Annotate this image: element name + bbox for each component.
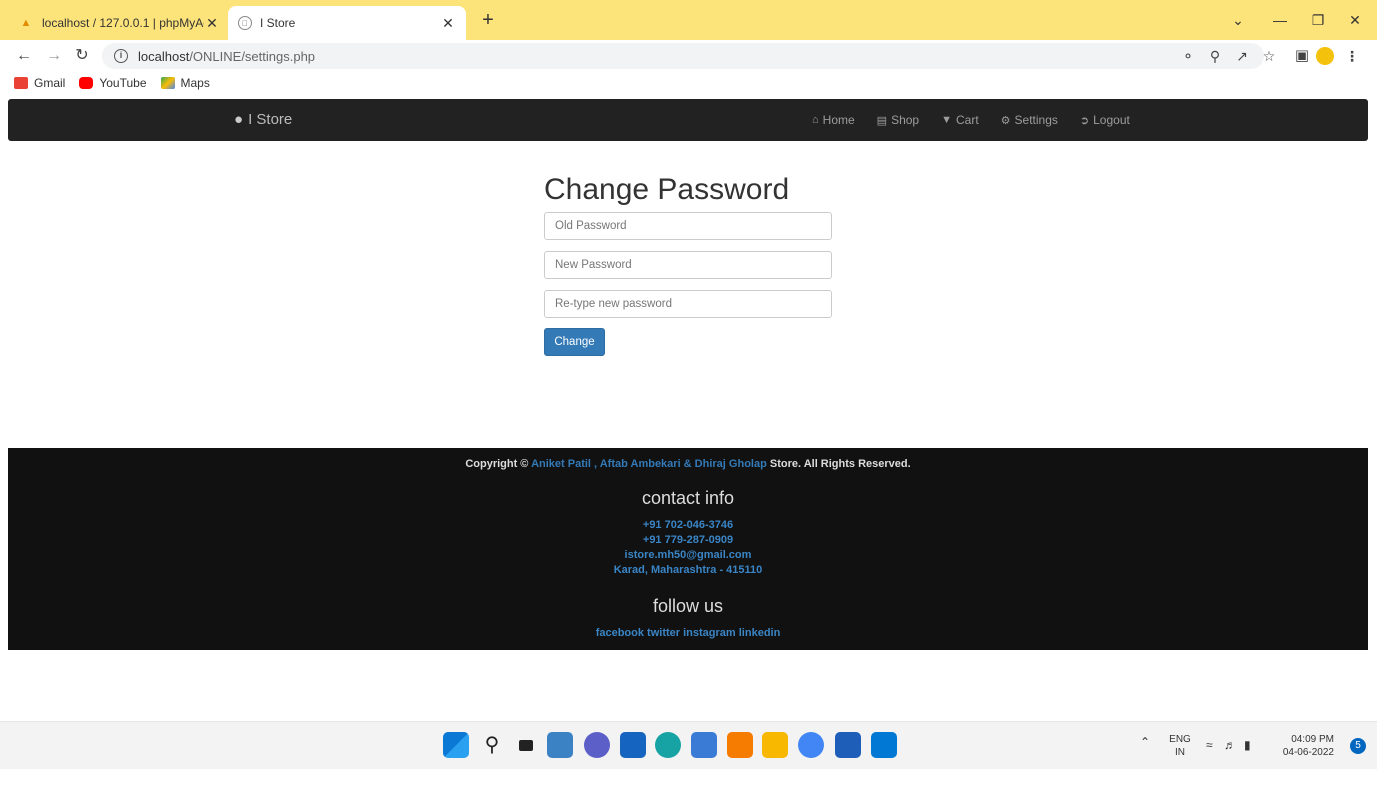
retype-password-input[interactable]	[544, 290, 832, 318]
chat-icon[interactable]	[584, 732, 610, 758]
volume-icon[interactable]: ♬	[1224, 739, 1236, 787]
address-text: Karad, Maharashtra - 415110	[613, 564, 763, 576]
share-icon[interactable]: ↗	[1230, 44, 1254, 68]
gear-icon: ⚙	[1000, 114, 1011, 127]
logout-icon: ➲	[1079, 114, 1090, 127]
language-indicator[interactable]: ENG IN	[1168, 733, 1192, 781]
word-icon[interactable]	[835, 732, 861, 758]
tab-phpmyadmin[interactable]: ▲ localhost / 127.0.0.1 | phpMyAdm ✕	[8, 6, 230, 40]
maximize-button[interactable]: ❐	[1300, 6, 1336, 34]
gmail-icon	[14, 77, 28, 89]
address-toolbar: ← → ↻ i localhost/ONLINE/settings.php ⚬ …	[0, 40, 1377, 72]
task-view-icon[interactable]	[513, 732, 539, 758]
bookmarks-bar: Gmail YouTube Maps	[0, 72, 1377, 94]
info-icon[interactable]: i	[114, 49, 128, 63]
cart-icon: ▼	[941, 114, 952, 126]
instagram-link[interactable]: instagram	[683, 627, 736, 639]
maps-icon	[160, 77, 175, 89]
site-navbar: ● I Store ⌂ Home ▤ Shop ▼ Cart ⚙ Settings ➲ Lo…	[8, 99, 1368, 141]
minimize-button[interactable]: —	[1262, 6, 1298, 34]
shop-icon: ▤	[876, 114, 888, 127]
nav-logout[interactable]: ➲ Logout	[1080, 113, 1130, 127]
close-tab-icon[interactable]: ✕	[204, 15, 220, 32]
key-icon[interactable]: ⚬	[1176, 44, 1200, 68]
vscode-icon[interactable]	[871, 732, 897, 758]
old-password-input[interactable]	[544, 212, 832, 240]
social-links: facebook twitter instagram linkedin	[8, 627, 1368, 639]
xampp-icon[interactable]	[727, 732, 753, 758]
phpmyadmin-icon: ▲	[20, 17, 32, 29]
widgets-icon[interactable]	[547, 732, 573, 758]
contact-info: +91 702-046-3746 +91 779-287-0909 istore…	[8, 518, 1368, 578]
forward-arrow-icon[interactable]: →	[42, 44, 66, 68]
file-explorer-icon[interactable]	[762, 732, 788, 758]
new-tab-button[interactable]: +	[476, 9, 500, 33]
menu-dots-icon[interactable]: ⋮	[1340, 44, 1364, 68]
url-bar[interactable]: i localhost/ONLINE/settings.php	[102, 43, 1264, 69]
nav-settings[interactable]: ⚙ Settings	[1001, 113, 1058, 127]
nav-home[interactable]: ⌂ Home	[812, 113, 855, 127]
facebook-link[interactable]: facebook	[596, 627, 644, 639]
apple-logo-icon: 	[238, 16, 252, 30]
wifi-icon[interactable]: ≈	[1206, 739, 1213, 787]
mail-icon[interactable]	[620, 732, 646, 758]
tab-search-icon[interactable]: ⌄	[1220, 6, 1256, 34]
chrome-icon[interactable]	[798, 732, 824, 758]
home-icon: ⌂	[812, 114, 819, 126]
phone-link[interactable]: +91 779-287-0909	[8, 533, 1368, 548]
email-link[interactable]: istore.mh50@gmail.com	[8, 548, 1368, 563]
profile-avatar[interactable]	[1316, 47, 1334, 65]
phone-link[interactable]: +91 702-046-3746	[8, 518, 1368, 533]
edge-icon[interactable]	[655, 732, 681, 758]
tab-istore[interactable]:  I Store ✕	[228, 6, 466, 40]
windows-start-icon[interactable]	[443, 732, 469, 758]
reload-icon[interactable]: ↻	[70, 44, 94, 68]
twitter-link[interactable]: twitter	[647, 627, 680, 639]
site-footer: Copyright © Aniket Patil , Aftab Ambekar…	[8, 448, 1368, 650]
nav-cart[interactable]: ▼ Cart	[941, 113, 979, 127]
new-password-input[interactable]	[544, 251, 832, 279]
browser-tabstrip: ▲ localhost / 127.0.0.1 | phpMyAdm ✕  I…	[0, 0, 1377, 40]
youtube-icon	[79, 77, 94, 89]
linkedin-link[interactable]: linkedin	[739, 627, 781, 639]
brand-link[interactable]: ● I Store	[234, 99, 292, 141]
copyright-text: Copyright © Aniket Patil , Aftab Ambekar…	[465, 458, 911, 470]
back-arrow-icon[interactable]: ←	[12, 44, 36, 68]
authors-link[interactable]: Aniket Patil , Aftab Ambekari & Dhiraj G…	[531, 458, 767, 470]
clock[interactable]: 04:09 PM 04-06-2022	[1276, 733, 1334, 781]
apple-logo-icon: ●	[234, 111, 244, 128]
contact-heading: contact info	[641, 488, 735, 508]
nav-links: ⌂ Home ▤ Shop ▼ Cart ⚙ Settings ➲ Logout	[812, 99, 1152, 141]
notification-badge[interactable]: 5	[1350, 738, 1366, 754]
close-window-button[interactable]: ✕	[1337, 6, 1373, 34]
star-icon[interactable]: ☆	[1257, 44, 1281, 68]
page-title: Change Password	[544, 173, 790, 206]
follow-heading: follow us	[652, 596, 724, 616]
change-button[interactable]: Change	[544, 328, 605, 356]
change-password-form: Change Password Change	[544, 170, 834, 356]
taskbar: ⚲ ⌃ ENG IN ≈ ♬ ▮ 04:09 PM 04-06-2022 5	[0, 721, 1377, 769]
bookmark-maps[interactable]: Maps	[160, 76, 210, 90]
sidepanel-icon[interactable]: ▣	[1290, 44, 1314, 68]
store-icon[interactable]	[691, 732, 717, 758]
bookmark-youtube[interactable]: YouTube	[79, 76, 147, 90]
close-tab-icon[interactable]: ✕	[440, 15, 456, 32]
battery-icon[interactable]: ▮	[1244, 739, 1251, 787]
zoom-icon[interactable]: ⚲	[1203, 44, 1227, 68]
chevron-up-icon[interactable]: ⌃	[1140, 736, 1150, 784]
search-icon[interactable]: ⚲	[479, 732, 505, 758]
nav-shop[interactable]: ▤ Shop	[877, 113, 919, 127]
bookmark-gmail[interactable]: Gmail	[14, 76, 65, 90]
